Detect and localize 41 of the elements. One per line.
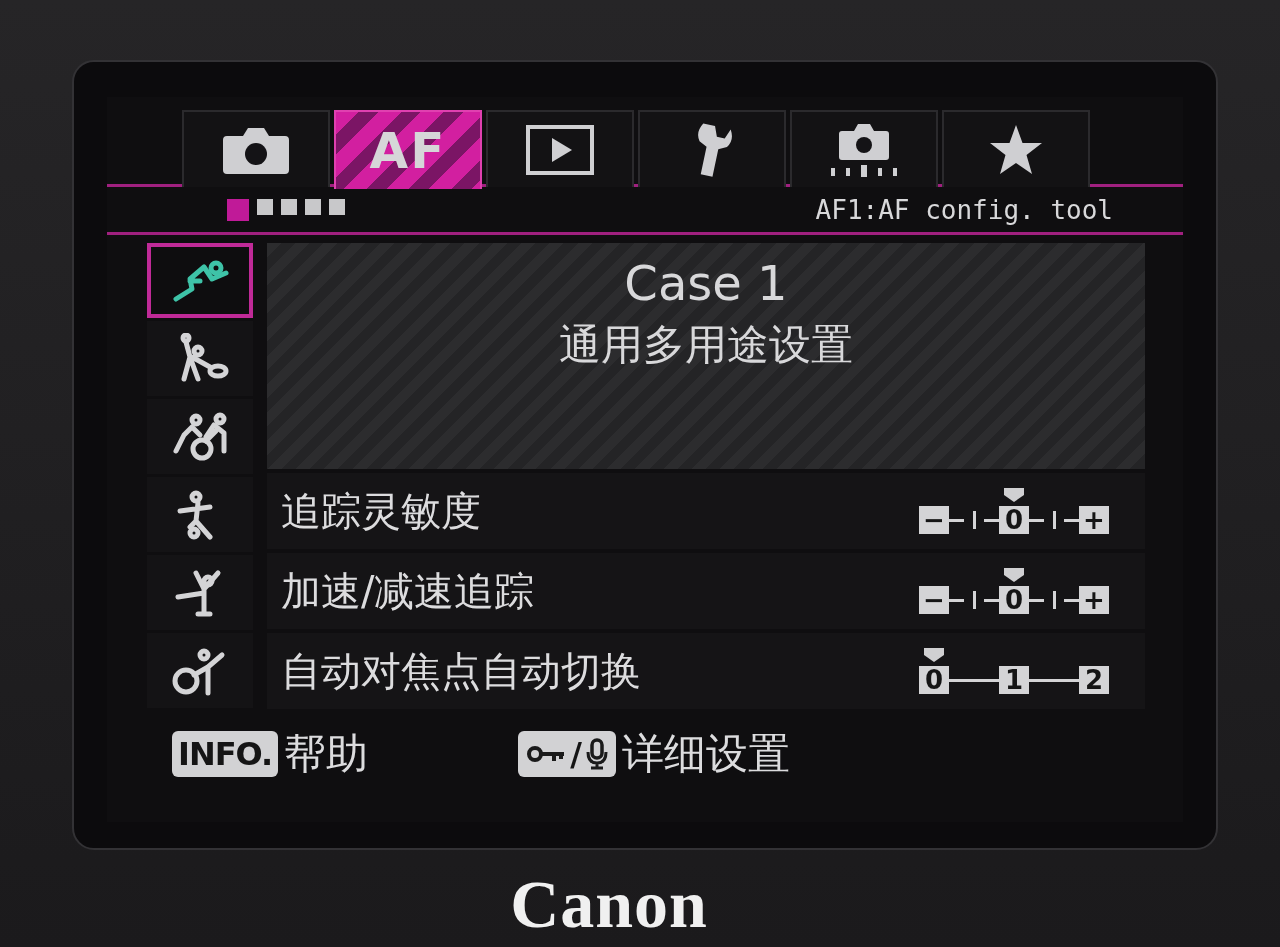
scale-value: 0 [919, 666, 949, 694]
slash-text: / [570, 735, 582, 773]
menu-tab[interactable] [182, 110, 330, 187]
info-key[interactable]: INFO. [172, 731, 279, 777]
case-button[interactable] [147, 633, 253, 708]
scale-value: 0 [999, 506, 1029, 534]
menu-title: AF1:AF config. tool [815, 194, 1113, 225]
footer-label: 帮助 [284, 728, 369, 780]
lock-mic-key[interactable]: / [518, 731, 616, 777]
microphone-icon [585, 738, 608, 770]
brand-logo: Canon [510, 865, 708, 944]
setting-row[interactable]: 加速/减速追踪 − 0 + [267, 553, 1145, 629]
scale-value: 0 [999, 586, 1029, 614]
scale-value: 2 [1079, 666, 1109, 694]
scale-value: − [919, 506, 949, 534]
scale-line [949, 678, 999, 682]
scale-value: + [1079, 586, 1109, 614]
setting-row[interactable]: 自动对焦点自动切换 0 1 2 [267, 633, 1145, 709]
setting-row[interactable]: 追踪灵敏度 − 0 + [267, 473, 1145, 549]
scale-value: + [1079, 506, 1109, 534]
setting-label: 追踪灵敏度 [281, 486, 481, 536]
case-button[interactable] [147, 399, 253, 474]
setting-label: 加速/减速追踪 [281, 566, 535, 616]
case-button[interactable] [147, 321, 253, 396]
menu-tab[interactable] [638, 110, 786, 187]
footer-label: 详细设置 [621, 728, 790, 780]
play-icon [525, 123, 595, 176]
case-title: Case 1 [624, 254, 788, 313]
setting-label: 自动对焦点自动切换 [281, 646, 641, 696]
key-icon [526, 743, 567, 765]
case-button[interactable] [147, 555, 253, 630]
scale-value: − [919, 586, 949, 614]
scale-line [1029, 678, 1079, 682]
case-button[interactable] [147, 477, 253, 552]
menu-tab[interactable]: AF [334, 110, 482, 189]
menu-tab[interactable] [790, 110, 938, 187]
case-button[interactable] [147, 243, 253, 318]
case-description: 通用多用途设置 [559, 319, 853, 371]
scale-value: 1 [999, 666, 1029, 694]
menu-tab[interactable] [942, 110, 1090, 187]
menu-tab[interactable] [486, 110, 634, 187]
